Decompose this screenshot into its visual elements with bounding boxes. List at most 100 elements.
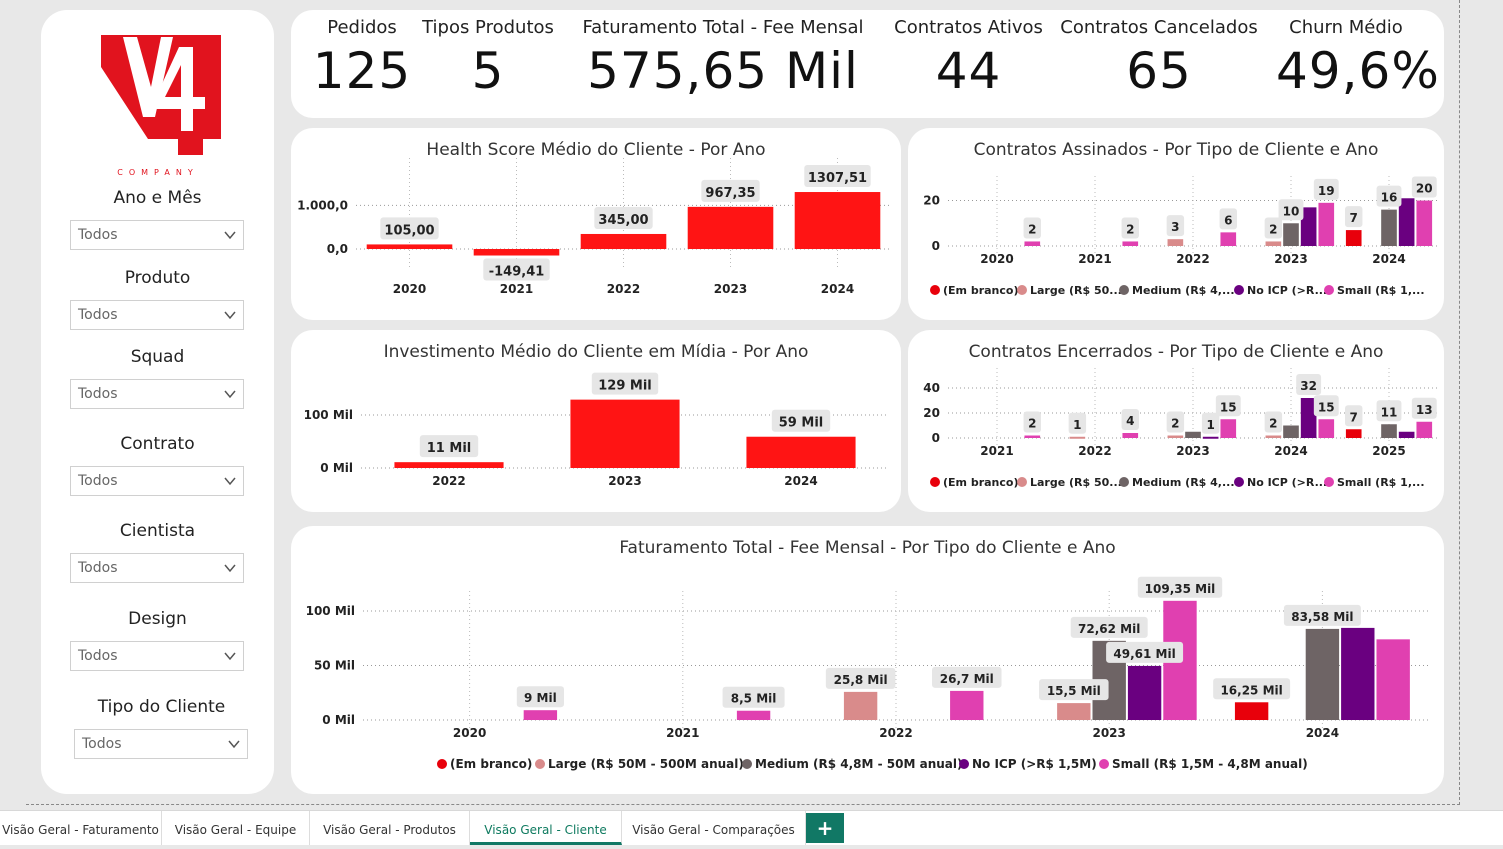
data-label: 15 [1220, 400, 1237, 414]
y-tick-label: 0,0 [327, 242, 348, 256]
filter-label: Design [128, 609, 187, 629]
data-label: 11 Mil [427, 441, 471, 456]
kpi-faturamento-total: Faturamento Total - Fee Mensal 575,65 Mi… [573, 10, 873, 100]
bar [366, 244, 453, 249]
bar [1265, 241, 1282, 246]
filter-dropdown[interactable]: Todos [70, 641, 244, 671]
chevron-down-icon [224, 564, 236, 573]
filter-label: Tipo do Cliente [97, 697, 226, 717]
chevron-down-icon [224, 390, 236, 399]
filter-label: Ano e Mês [113, 188, 202, 208]
page-tab[interactable]: Visão Geral - Comparações [622, 811, 806, 845]
legend-marker [930, 285, 940, 295]
bar [1416, 421, 1433, 438]
add-page-button[interactable]: + [806, 813, 844, 843]
contratos-assinados-chart-card[interactable]: Contratos Assinados - Por Tipo de Client… [908, 128, 1444, 320]
x-tick-label: 2025 [1372, 444, 1405, 458]
legend-label: Large (R$ 50... [1030, 476, 1122, 489]
data-label: 9 Mil [524, 691, 557, 705]
bar [1122, 241, 1139, 246]
page-tab-bar: Visão Geral - Faturamento Visão Geral - E… [0, 810, 1503, 845]
contratos-encerrados-chart: 402002021 2022 2023 2024 20252 1 4 2 115232157 11… [923, 368, 1438, 489]
chevron-down-icon [228, 740, 240, 749]
data-label: 129 Mil [598, 379, 652, 394]
filter-sidebar: COMPANY Ano e Mês Todos Produto Todos Squad T… [41, 10, 274, 794]
chevron-down-icon [224, 477, 236, 486]
x-tick-label: 2023 [1274, 252, 1307, 266]
filter-selected-value: Todos [78, 648, 118, 664]
kpi-label: Tipos Produtos [422, 17, 554, 38]
contratos-assinados-chart: 20 0 2020 2021 2022 2023 2024 2 2 3 6 2 10 19 7 16 20 (Em… [923, 176, 1438, 297]
data-label: 2 [1269, 222, 1277, 236]
bar [1381, 424, 1397, 438]
data-label: 15,5 Mil [1047, 684, 1101, 698]
bar [1220, 232, 1237, 246]
legend-marker [742, 759, 752, 769]
x-tick-label: 2021 [980, 444, 1013, 458]
kpi-contratos-cancelados: Contratos Cancelados 65 [1059, 10, 1259, 100]
data-label: 2 [1126, 222, 1134, 236]
x-tick-label: 2022 [1078, 444, 1111, 458]
y-tick-label: 1.000,0 [297, 198, 348, 212]
data-label: 16 [1381, 191, 1398, 205]
x-tick-label: 2020 [453, 726, 486, 740]
faturamento-chart-card[interactable]: Faturamento Total - Fee Mensal - Por Tip… [291, 526, 1444, 794]
filter-selected-value: Todos [78, 227, 118, 243]
bar [1381, 209, 1397, 246]
legend-marker [1119, 477, 1129, 487]
health-score-chart: 1.000,0 0,0 105,00 2020 -149,41 2021 345,00 202… [297, 158, 891, 296]
kpi-label: Pedidos [327, 17, 397, 38]
x-tick-label: 2024 [1274, 444, 1307, 458]
page-tab[interactable]: Visão Geral - Faturamento [0, 811, 162, 845]
y-tick-label: 0 Mil [320, 461, 353, 475]
legend-label: (Em branco) [450, 757, 532, 771]
bar [570, 399, 680, 468]
filter-selected-value: Todos [82, 736, 122, 752]
filter-dropdown[interactable]: Todos [70, 220, 244, 250]
y-tick-label: 0 [932, 431, 940, 445]
filter-selected-value: Todos [78, 560, 118, 576]
legend-marker [437, 759, 447, 769]
page-tab[interactable]: Visão Geral - Equipe [162, 811, 310, 845]
legend-label: Large (R$ 50... [1030, 284, 1122, 297]
filter-label: Squad [130, 347, 185, 367]
legend-marker [1324, 285, 1334, 295]
contratos-encerrados-chart-card[interactable]: Contratos Encerrados - Por Tipo de Clien… [908, 330, 1444, 512]
bar [1398, 198, 1415, 246]
legend-marker [930, 477, 940, 487]
page-tab[interactable]: Visão Geral - Cliente [470, 811, 622, 845]
kpi-card: Pedidos 125 Tipos Produtos 5 Faturamento… [291, 10, 1444, 118]
filter-dropdown[interactable]: Todos [70, 379, 244, 409]
filter-dropdown[interactable]: Todos [74, 729, 248, 759]
x-tick-label: 2023 [608, 474, 641, 488]
legend-label: No ICP (>R$ 1,5M) [972, 757, 1097, 771]
filter-dropdown[interactable]: Todos [70, 553, 244, 583]
bar [1024, 241, 1041, 246]
data-label: 32 [1300, 379, 1317, 393]
kpi-churn-medio: Churn Médio 49,6% [1276, 10, 1439, 100]
y-tick-label: 40 [923, 381, 940, 395]
data-label: 25,8 Mil [834, 673, 888, 687]
data-label: 4 [1126, 414, 1134, 428]
x-tick-label: 2020 [393, 282, 426, 296]
data-label: 345,00 [598, 213, 648, 228]
data-label: 83,58 Mil [1291, 610, 1353, 624]
filter-label: Cientista [119, 521, 196, 541]
legend-label: Large (R$ 50M - 500M anual) [548, 757, 744, 771]
data-label: -149,41 [489, 265, 545, 280]
page-tab[interactable]: Visão Geral - Produtos [310, 811, 470, 845]
legend-label: Medium (R$ 4,... [1132, 284, 1235, 297]
kpi-pedidos: Pedidos 125 [307, 10, 417, 100]
filter-dropdown[interactable]: Todos [70, 300, 244, 330]
x-tick-label: 2020 [980, 252, 1013, 266]
x-tick-label: 2021 [500, 282, 533, 296]
health-score-chart-card[interactable]: Health Score Médio do Cliente - Por Ano … [291, 128, 901, 320]
data-label: 13 [1416, 403, 1433, 417]
bar [1283, 425, 1299, 438]
data-label: 59 Mil [779, 416, 823, 431]
bar [1202, 436, 1219, 439]
investimento-chart-card[interactable]: Investimento Médio do Cliente em Mídia -… [291, 330, 901, 512]
filter-dropdown[interactable]: Todos [70, 466, 244, 496]
legend-marker [1099, 759, 1109, 769]
kpi-value: 575,65 Mil [587, 42, 859, 100]
